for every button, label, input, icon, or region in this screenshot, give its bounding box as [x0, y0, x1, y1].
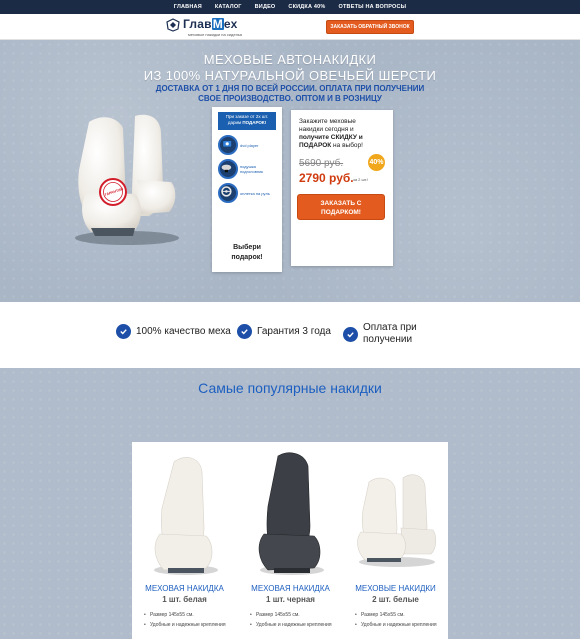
hero-subtitle-line2: СВОЕ ПРОИЗВОДСТВО. ОПТОМ И В РОЗНИЦУ	[198, 94, 382, 103]
logo-tagline: меховые накидки на сиденья	[188, 32, 243, 37]
feature-payment: Оплата при получении	[343, 322, 417, 346]
logo-wordmark: ГлавМех	[183, 17, 238, 31]
gift-card-header: При заказе от 2х шт. дарим ПОДАРОК!	[218, 112, 276, 130]
product-specs: Размер 145х55 см. Удобные и надежные кре…	[144, 612, 234, 631]
product-image-black-single	[258, 452, 324, 575]
gift-choose-label: Выбери подарок!	[231, 244, 263, 261]
product-card[interactable]: МЕХОВАЯ НАКИДКА 1 шт. черная Размер 145х…	[238, 442, 343, 639]
gift-item-dvd[interactable]: dvd player	[218, 134, 276, 156]
logo-shield-icon	[166, 18, 180, 32]
steering-wheel-icon	[218, 183, 238, 203]
check-circle-icon	[343, 326, 358, 342]
hero-seat-cover-image	[75, 114, 179, 245]
check-circle-icon	[237, 324, 252, 339]
products-grid: МЕХОВАЯ НАКИДКА 1 шт. белая Размер 145х5…	[132, 442, 448, 639]
hero-title-line2: ИЗ 100% НАТУРАЛЬНОЙ ОВЕЧЬЕЙ ШЕРСТИ	[143, 68, 437, 83]
gift-item-pillow[interactable]: подушка подголовник	[218, 158, 276, 180]
nav-link-discount[interactable]: СКИДКА 40%	[288, 4, 325, 10]
order-card: Закажите меховые накидки сегодня и получ…	[291, 110, 393, 266]
hero-subtitle-line1: ДОСТАВКА ОТ 1 ДНЯ ПО ВСЕЙ РОССИИ. ОПЛАТА…	[155, 84, 425, 93]
gift-card: При заказе от 2х шт. дарим ПОДАРОК! dvd …	[212, 107, 282, 272]
site-logo[interactable]: ГлавМех меховые накидки на сиденья	[166, 17, 242, 37]
hero-section: МЕХОВЫЕ АВТОНАКИДКИ ИЗ 100% НАТУРАЛЬНОЙ …	[0, 40, 580, 302]
popular-section: Самые популярные накидки МЕХОВАЯ НАКИДКА…	[0, 368, 580, 639]
product-image-white-single	[154, 457, 218, 575]
top-nav: ГЛАВНАЯ КАТАЛОГ ВИДЕО СКИДКА 40% ОТВЕТЫ …	[0, 0, 580, 14]
discount-badge: 40%	[368, 154, 385, 171]
nav-link-video[interactable]: ВИДЕО	[255, 4, 276, 10]
product-image-white-pair	[357, 474, 437, 567]
gift-item-steering-cover[interactable]: оплетка на руль	[218, 182, 276, 204]
site-header: ГлавМех меховые накидки на сиденья ЗАКАЗ…	[0, 14, 580, 40]
price-note: за 2 шт.!	[353, 177, 369, 182]
order-with-gift-button[interactable]: ЗАКАЗАТЬ С ПОДАРКОМ!	[297, 194, 385, 220]
product-specs: Размер 145х55 см. Удобные и надежные кре…	[355, 612, 445, 631]
nav-link-home[interactable]: ГЛАВНАЯ	[174, 4, 202, 10]
hero-title-line1: МЕХОВЫЕ АВТОНАКИДКИ	[203, 52, 377, 67]
product-card[interactable]: МЕХОВАЯ НАКИДКА 1 шт. белая Размер 145х5…	[132, 442, 237, 639]
callback-button[interactable]: ЗАКАЗАТЬ ОБРАТНЫЙ ЗВОНОК	[326, 20, 414, 34]
features-section: 100% качество меха Гарантия 3 года Оплат…	[0, 302, 580, 368]
order-description: Закажите меховые накидки сегодня и получ…	[299, 118, 363, 149]
feature-warranty: Гарантия 3 года	[237, 324, 331, 339]
popular-title: Самые популярные накидки	[198, 380, 382, 396]
product-card[interactable]: МЕХОВЫЕ НАКИДКИ 2 шт. белые Размер 145х5…	[343, 442, 448, 639]
feature-quality: 100% качество меха	[116, 324, 231, 339]
nav-link-faq[interactable]: ОТВЕТЫ НА ВОПРОСЫ	[339, 4, 407, 10]
neck-pillow-icon	[218, 159, 238, 179]
new-price: 2790 руб.	[299, 171, 354, 185]
check-circle-icon	[116, 324, 131, 339]
dvd-player-icon	[218, 135, 238, 155]
nav-link-catalog[interactable]: КАТАЛОГ	[215, 4, 242, 10]
old-price: 5690 руб.	[299, 158, 344, 169]
product-specs: Размер 145х55 см. Удобные и надежные кре…	[250, 612, 340, 631]
